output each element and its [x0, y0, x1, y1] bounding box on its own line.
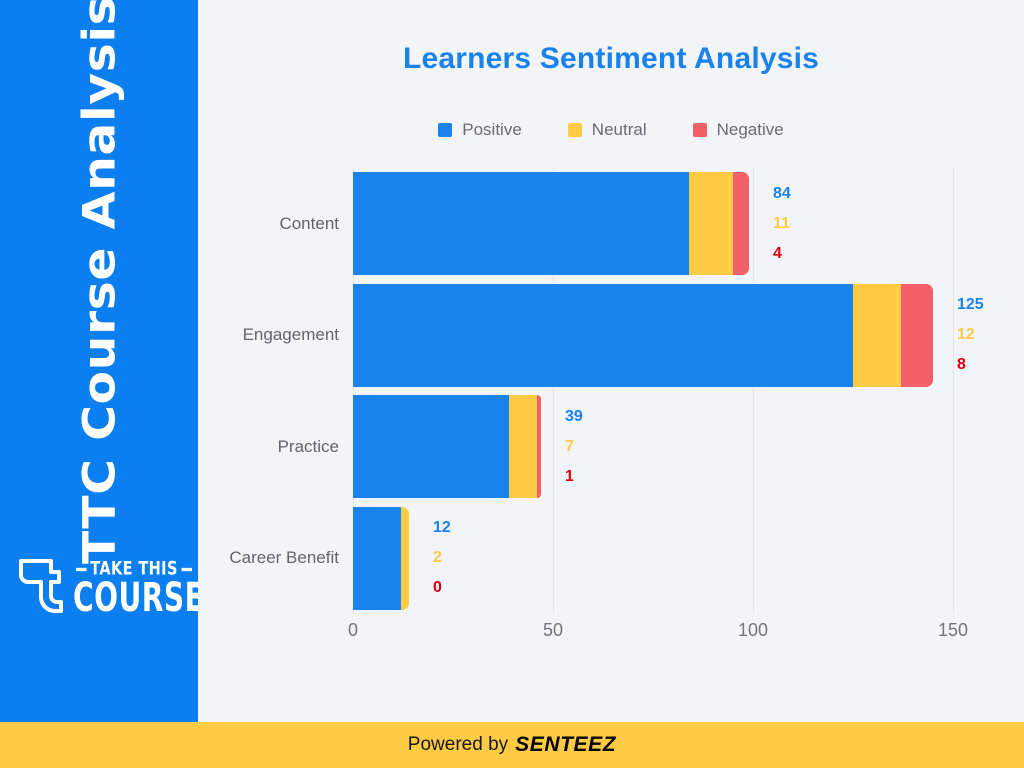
- bar-segment-positive[interactable]: [353, 172, 689, 276]
- logo-dash-right-icon: [181, 567, 193, 572]
- x-tick-label: 100: [737, 620, 769, 640]
- data-label-neutral: 7: [565, 437, 574, 455]
- data-label-positive: 39: [565, 407, 583, 425]
- legend-item-neutral[interactable]: Neutral: [567, 120, 647, 140]
- slide-root: TTC Course Analysis TAKE THIS COURSE Lea…: [0, 0, 1024, 768]
- data-label-neutral: 12: [957, 326, 975, 344]
- data-label-group: 125 12 8: [957, 297, 984, 373]
- chart-legend: Positive Neutral Negative: [198, 120, 1024, 140]
- legend-item-positive[interactable]: Positive: [438, 120, 522, 140]
- bar-row[interactable]: Engagement 125 12 8: [243, 283, 993, 387]
- data-label-neutral: 2: [433, 549, 442, 567]
- chart-title: Learners Sentiment Analysis: [402, 42, 820, 75]
- take-this-course-logo: TAKE THIS COURSE: [18, 548, 204, 628]
- legend-swatch-negative-icon: [692, 123, 707, 137]
- brand-sidebar: TTC Course Analysis TAKE THIS COURSE: [0, 0, 204, 722]
- bar-segment-neutral[interactable]: [689, 172, 733, 276]
- legend-label: Negative: [716, 120, 784, 139]
- legend-swatch-positive-icon: [438, 123, 453, 137]
- legend-label: Positive: [462, 120, 522, 139]
- take-this-course-t-mark-icon: [18, 558, 64, 619]
- data-label-neutral: 11: [773, 214, 790, 232]
- logo-wordmark: TAKE THIS COURSE: [73, 560, 216, 622]
- x-tick-label: 150: [937, 620, 969, 640]
- data-label-negative: 0: [433, 579, 442, 597]
- footer-bar: Powered by SENTEEZ: [0, 722, 1024, 768]
- bar-segment-positive[interactable]: [353, 506, 401, 610]
- bar-segment-negative[interactable]: [537, 395, 541, 499]
- chart-panel: Learners Sentiment Analysis Positive Neut…: [198, 0, 1024, 722]
- bar-segment-negative[interactable]: [733, 172, 749, 276]
- bar-segment-neutral[interactable]: [401, 506, 409, 610]
- data-label-negative: 4: [773, 244, 782, 262]
- sidebar-title: TTC Course Analysis: [73, 0, 125, 565]
- data-label-group: 84 11 4: [773, 184, 791, 262]
- bar-row[interactable]: Content 84 11 4: [279, 172, 993, 276]
- plot-area: Content 84 11 4 Engagement 125 12 8 Practice 39 7 1…: [229, 168, 993, 614]
- bar-segment-positive[interactable]: [353, 283, 853, 387]
- category-label: Career Benefit: [229, 548, 339, 568]
- legend-swatch-neutral-icon: [567, 123, 582, 137]
- bar-segment-neutral[interactable]: [509, 395, 537, 499]
- data-label-negative: 1: [565, 467, 574, 485]
- logo-dash-left-icon: [76, 567, 87, 572]
- data-label-positive: 125: [957, 296, 984, 314]
- bar-row[interactable]: Career Benefit 12 2 0: [229, 506, 993, 610]
- sidebar-title-container: TTC Course Analysis: [0, 0, 198, 564]
- x-tick-label: 0: [347, 620, 359, 640]
- legend-label: Neutral: [591, 120, 647, 139]
- data-label-group: 39 7 1: [565, 407, 583, 485]
- footer-powered-by-text: Powered by: [407, 734, 509, 755]
- legend-item-negative[interactable]: Negative: [692, 120, 784, 140]
- bar-segment-positive[interactable]: [353, 395, 509, 499]
- category-label: Practice: [277, 436, 339, 456]
- x-axis-tick-labels: 0 50 100 150: [348, 620, 993, 650]
- data-label-positive: 84: [773, 184, 791, 202]
- x-tick-label: 50: [542, 620, 564, 640]
- category-label: Content: [279, 213, 339, 233]
- bar-segment-negative[interactable]: [901, 283, 933, 387]
- category-label: Engagement: [242, 325, 339, 345]
- bar-segment-neutral[interactable]: [853, 283, 901, 387]
- data-label-group: 12 2 0: [433, 520, 451, 596]
- bar-row[interactable]: Practice 39 7 1: [278, 395, 993, 499]
- footer-brand-name: SENTEEZ: [515, 733, 617, 756]
- data-label-negative: 8: [957, 356, 966, 374]
- logo-line2-text: COURSE: [73, 574, 205, 622]
- data-label-positive: 12: [433, 519, 451, 537]
